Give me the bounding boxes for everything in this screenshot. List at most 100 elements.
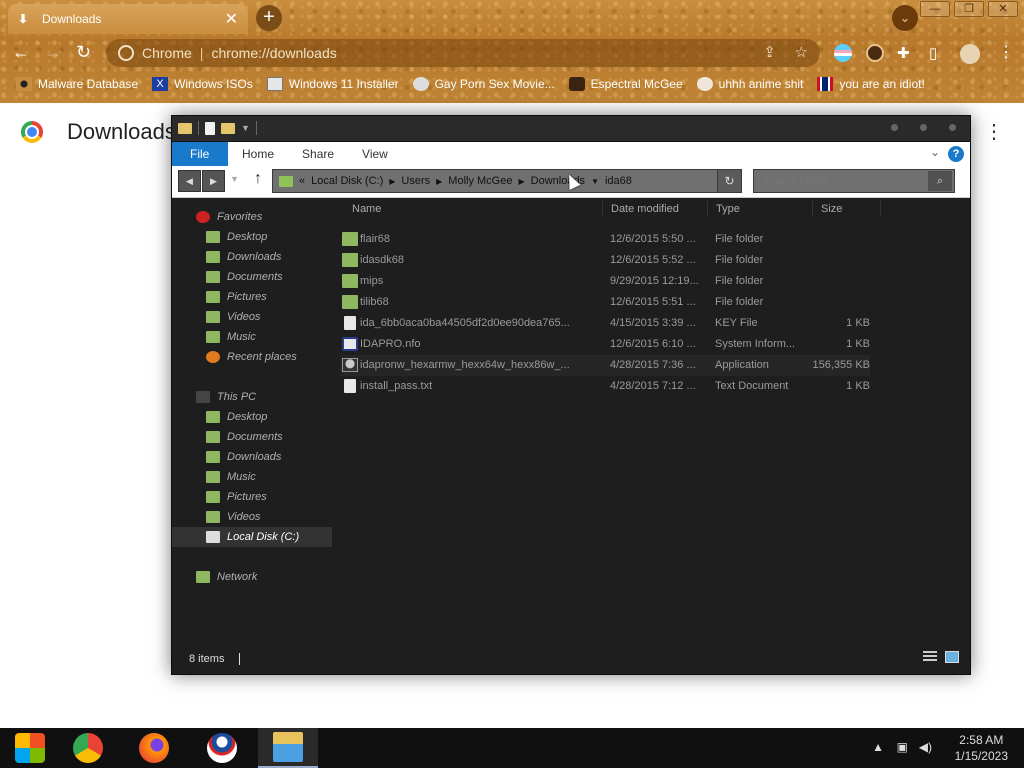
extensions-puzzle-icon[interactable]: ✚ — [897, 44, 910, 62]
nav-fav-documents[interactable]: Documents — [172, 267, 332, 287]
nav-pc-desktop[interactable]: Desktop — [172, 407, 332, 427]
column-divider[interactable] — [602, 201, 603, 217]
tab-share[interactable]: Share — [288, 142, 348, 166]
file-row[interactable]: tilib68 12/6/2015 5:51 ... File folder — [340, 292, 870, 313]
tab-file[interactable]: File — [172, 142, 228, 166]
properties-icon[interactable] — [205, 121, 215, 135]
restore-button[interactable]: ❐ — [954, 1, 984, 17]
bookmark-star-icon[interactable]: ☆ — [795, 43, 808, 61]
nav-fav-recent[interactable]: Recent places — [172, 347, 332, 367]
nav-this-pc[interactable]: This PC — [172, 387, 332, 407]
col-name[interactable]: Name — [352, 203, 381, 215]
nav-fav-music[interactable]: Music — [172, 327, 332, 347]
back-icon[interactable]: ← — [12, 42, 30, 63]
nav-pc-downloads[interactable]: Downloads — [172, 447, 332, 467]
chevron-right-icon[interactable]: ▶ — [389, 177, 395, 186]
new-tab-button[interactable]: + — [256, 5, 282, 31]
tab-close-button[interactable]: ✕ — [225, 9, 238, 29]
nav-fav-videos[interactable]: Videos — [172, 307, 332, 327]
profile-avatar-icon[interactable] — [960, 44, 980, 64]
taskbar-chrome[interactable] — [58, 728, 118, 768]
recent-locations-icon[interactable]: ▼ — [230, 174, 239, 184]
new-folder-icon[interactable] — [221, 122, 235, 134]
bookmark-item[interactable]: Gay Porn Sex Movie... — [412, 77, 555, 91]
taskbar-file-explorer[interactable] — [258, 728, 318, 768]
help-icon[interactable]: ? — [948, 146, 964, 162]
show-hidden-icons-icon[interactable]: ▲ — [872, 740, 884, 754]
search-icon[interactable]: ⌕ — [928, 171, 952, 191]
side-panel-icon[interactable]: ▯ — [929, 44, 937, 62]
file-row[interactable]: flair68 12/6/2015 5:50 ... File folder — [340, 229, 870, 250]
nav-favorites[interactable]: Favorites — [172, 207, 332, 227]
crumb-local-disk[interactable]: Local Disk (C:) — [311, 175, 383, 187]
forward-icon[interactable]: → — [44, 42, 62, 63]
nav-fav-desktop[interactable]: Desktop — [172, 227, 332, 247]
address-bar[interactable]: Chrome | chrome://downloads ⇪ ☆ — [106, 39, 820, 67]
minimize-button[interactable]: — — [920, 1, 950, 17]
forward-button[interactable]: ▶ — [202, 170, 225, 192]
nav-pc-videos[interactable]: Videos — [172, 507, 332, 527]
file-row[interactable]: mips 9/29/2015 12:19... File folder — [340, 271, 870, 292]
crumb-molly-mcgee[interactable]: Molly McGee — [448, 175, 512, 187]
tab-view[interactable]: View — [348, 142, 402, 166]
crumb-users[interactable]: Users — [401, 175, 430, 187]
site-info-icon[interactable] — [118, 45, 134, 61]
nav-pc-local-disk[interactable]: Local Disk (C:) — [172, 527, 332, 547]
nav-fav-pictures[interactable]: Pictures — [172, 287, 332, 307]
up-button[interactable]: ↑ — [254, 170, 262, 188]
explorer-close-button[interactable] — [949, 124, 956, 131]
taskbar-obama-app[interactable] — [192, 728, 252, 768]
bookmark-item[interactable]: X Windows ISOs — [152, 77, 253, 91]
bookmark-item[interactable]: Windows 11 Installer — [266, 77, 399, 91]
details-view-icon[interactable] — [923, 651, 937, 663]
file-row[interactable]: IDAPRO.nfo 12/6/2015 6:10 ... System Infor… — [340, 334, 870, 355]
trans-flag-extension-icon[interactable] — [834, 44, 852, 62]
bookmark-item[interactable]: you are an idiot! — [817, 77, 925, 91]
tab-search-button[interactable]: ⌄ — [892, 5, 918, 31]
nav-network[interactable]: Network — [172, 567, 332, 587]
volume-icon[interactable]: ◀) — [919, 740, 932, 754]
file-row[interactable]: idapronw_hexarmw_hexx64w_hexx86w_... 4/28… — [340, 355, 870, 376]
chevron-down-icon[interactable]: ▼ — [591, 177, 599, 186]
nav-pc-music[interactable]: Music — [172, 467, 332, 487]
chrome-menu-icon[interactable]: ⋮ — [998, 42, 1014, 62]
large-icons-view-icon[interactable] — [945, 651, 959, 663]
back-button[interactable]: ◀ — [178, 170, 201, 192]
taskbar-firefox[interactable] — [124, 728, 184, 768]
customize-qat-icon[interactable]: ▼ — [241, 123, 250, 133]
search-input[interactable] — [753, 169, 955, 193]
reload-icon[interactable]: ↻ — [76, 42, 91, 63]
network-icon[interactable]: ▣ — [897, 740, 908, 754]
bookmark-item[interactable]: uhhh anime shit — [696, 77, 803, 91]
col-type[interactable]: Type — [716, 203, 740, 215]
tab-home[interactable]: Home — [228, 142, 288, 166]
nav-pc-documents[interactable]: Documents — [172, 427, 332, 447]
address-path[interactable]: « Local Disk (C:) ▶ Users ▶ Molly McGee … — [272, 169, 742, 193]
path-overflow[interactable]: « — [299, 175, 305, 187]
column-divider[interactable] — [707, 201, 708, 217]
chevron-right-icon[interactable]: ▶ — [436, 177, 442, 186]
tab-downloads[interactable]: ⬇ Downloads ✕ — [8, 4, 248, 34]
col-size[interactable]: Size — [821, 203, 842, 215]
bookmark-item[interactable]: Malware Database — [16, 77, 138, 91]
column-divider[interactable] — [880, 201, 881, 217]
chevron-right-icon[interactable]: ▶ — [518, 177, 524, 186]
file-row[interactable]: ida_6bb0aca0ba44505df2d0ee90dea765... 4/1… — [340, 313, 870, 334]
close-button[interactable]: ✕ — [988, 1, 1018, 17]
file-row[interactable]: idasdk68 12/6/2015 5:52 ... File folder — [340, 250, 870, 271]
bookmark-item[interactable]: Espectral McGee — [568, 77, 683, 91]
file-row[interactable]: install_pass.txt 4/28/2015 7:12 ... Text D… — [340, 376, 870, 397]
nav-fav-downloads[interactable]: Downloads — [172, 247, 332, 267]
column-divider[interactable] — [812, 201, 813, 217]
refresh-icon[interactable]: ↻ — [717, 170, 741, 192]
more-menu-icon[interactable]: ⋮ — [984, 119, 1004, 144]
crumb-ida68[interactable]: ida68 — [605, 175, 632, 187]
explorer-maximize-button[interactable] — [920, 124, 927, 131]
share-icon[interactable]: ⇪ — [763, 43, 776, 61]
start-button[interactable] — [0, 728, 60, 768]
expand-ribbon-icon[interactable]: ⌄ — [930, 145, 940, 159]
profile-extension-icon[interactable] — [866, 44, 884, 62]
col-date[interactable]: Date modified — [611, 203, 679, 215]
explorer-minimize-button[interactable] — [891, 124, 898, 131]
explorer-titlebar[interactable]: ▼ — [172, 116, 970, 142]
